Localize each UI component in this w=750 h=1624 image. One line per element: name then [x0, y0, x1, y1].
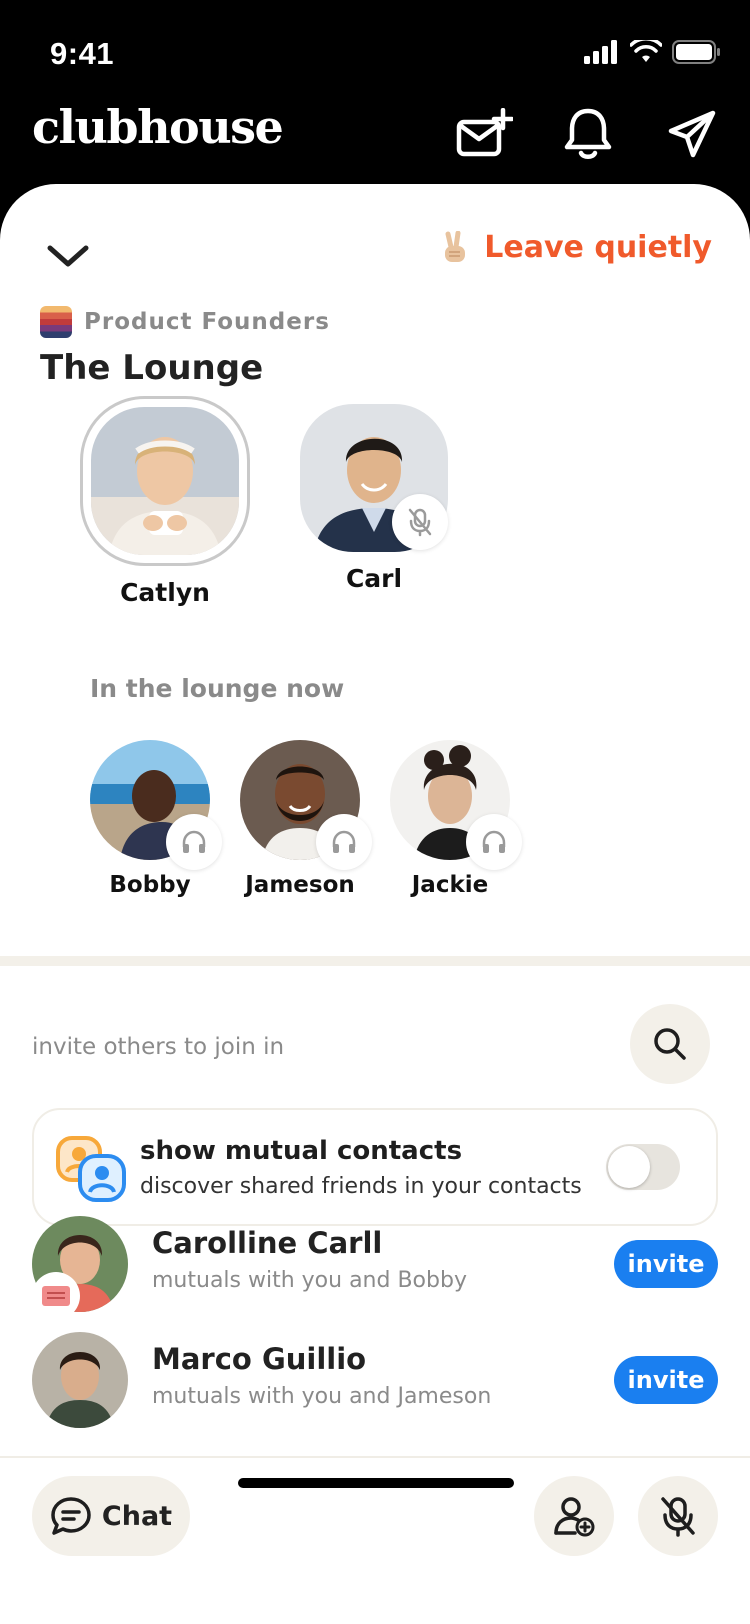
listener-jameson[interactable]: Jameson [240, 740, 372, 898]
add-user-icon [554, 1497, 595, 1537]
contact-subtitle: mutuals with you and Bobby [152, 1268, 467, 1293]
speaker-name: Catlyn [120, 578, 210, 607]
room-title: The Lounge [40, 348, 264, 388]
speaking-ring [80, 396, 250, 566]
avatar [32, 1332, 128, 1428]
club-name: Product Founders [84, 309, 330, 335]
paper-plane-icon[interactable] [662, 104, 722, 164]
section-divider [0, 956, 750, 966]
invite-envelope-icon[interactable] [454, 104, 514, 164]
headphones-icon [466, 814, 522, 870]
contacts-icon [56, 1136, 126, 1202]
search-icon [654, 1028, 686, 1060]
chat-button[interactable]: Chat [32, 1476, 190, 1556]
peace-hand-icon [445, 230, 466, 262]
club-link[interactable]: Product Founders [40, 306, 330, 338]
muted-mic-icon [392, 494, 448, 550]
leave-quietly-button[interactable]: Leave quietly [438, 230, 712, 265]
contact-subtitle: mutuals with you and Jameson [152, 1384, 492, 1409]
search-button[interactable] [630, 1004, 710, 1084]
mutual-subtitle: discover shared friends in your contacts [140, 1174, 582, 1199]
app-header: 9:41 clubhouse [0, 0, 750, 200]
chat-label: Chat [101, 1500, 173, 1532]
mutual-contacts-toggle[interactable] [606, 1144, 680, 1190]
avatar [91, 407, 239, 555]
listener-name: Bobby [109, 872, 191, 898]
speaker-catlyn[interactable]: Catlyn [80, 396, 250, 607]
listener-jackie[interactable]: Jackie [390, 740, 522, 898]
signal-icon [584, 40, 617, 64]
speaker-carl[interactable]: Carl [300, 404, 448, 593]
mutual-title: show mutual contacts [140, 1136, 463, 1166]
invite-button[interactable]: invite [614, 1356, 718, 1404]
muted-mic-icon [661, 1497, 695, 1537]
mutual-contacts-card: show mutual contacts discover shared fri… [32, 1108, 718, 1226]
listener-name: Jameson [245, 872, 355, 898]
status-icons [584, 40, 722, 64]
contact-row: Marco Guillio mutuals with you and James… [32, 1332, 718, 1428]
toggle-knob [608, 1146, 650, 1188]
status-time: 9:41 [50, 36, 115, 71]
speaker-name: Carl [345, 564, 403, 593]
add-speaker-button[interactable] [534, 1476, 614, 1556]
chevron-down-icon[interactable] [44, 236, 92, 276]
bell-icon[interactable] [558, 104, 618, 164]
chat-bubble-icon [51, 1497, 91, 1535]
home-indicator[interactable] [238, 1478, 514, 1488]
invite-heading: invite others to join in [32, 1034, 285, 1060]
room-sheet: Leave quietly Product Founders The Loung… [0, 184, 750, 1624]
wifi-icon [630, 40, 662, 62]
headphones-icon [316, 814, 372, 870]
headphones-icon [166, 814, 222, 870]
listener-name: Jackie [411, 872, 489, 898]
contact-row: Carolline Carll mutuals with you and Bob… [32, 1216, 718, 1320]
listener-bobby[interactable]: Bobby [90, 740, 222, 898]
invite-button[interactable]: invite [614, 1240, 718, 1288]
contact-name: Marco Guillio [152, 1342, 367, 1376]
ticket-badge-icon [32, 1272, 80, 1320]
battery-icon [672, 40, 720, 64]
app-logo: clubhouse [32, 100, 284, 154]
listeners-heading: In the lounge now [90, 674, 345, 703]
mute-button[interactable] [638, 1476, 718, 1556]
leave-quietly-label: Leave quietly [484, 230, 712, 265]
club-avatar [40, 306, 72, 338]
contact-name: Carolline Carll [152, 1226, 383, 1260]
